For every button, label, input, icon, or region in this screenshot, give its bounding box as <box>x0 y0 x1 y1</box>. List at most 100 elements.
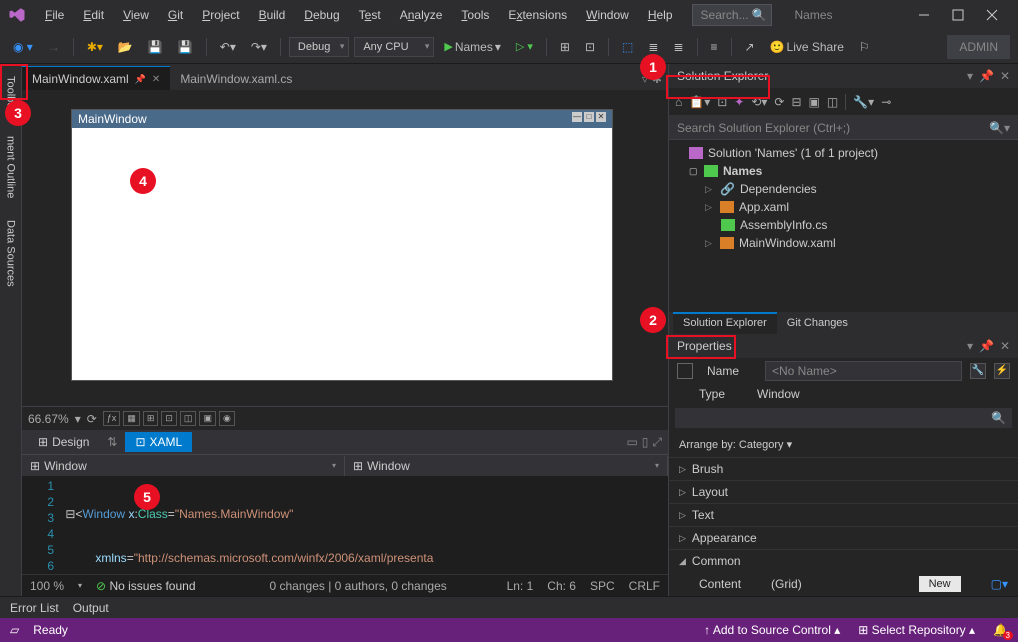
menu-file[interactable]: File <box>37 4 72 26</box>
zoom-level[interactable]: 66.67% <box>28 412 69 426</box>
spaces-indicator[interactable]: SPC <box>590 579 615 593</box>
redo-button[interactable]: ↷▾ <box>246 37 272 57</box>
error-list-tab[interactable]: Error List <box>10 601 59 615</box>
tb-icon-3[interactable]: ⬚ <box>617 37 638 57</box>
git-changes-tab[interactable]: Git Changes <box>777 312 858 334</box>
zoom-tool-6[interactable]: ▣ <box>199 411 216 426</box>
select-repository[interactable]: ⊞ Select Repository ▴ <box>858 623 975 637</box>
close-icon[interactable] <box>986 9 998 21</box>
cat-brush[interactable]: ▷Brush <box>669 457 1018 480</box>
output-tab[interactable]: Output <box>73 601 109 615</box>
menu-analyze[interactable]: Analyze <box>392 4 451 26</box>
zoom-tool-5[interactable]: ◫ <box>180 411 197 426</box>
menu-edit[interactable]: Edit <box>75 4 112 26</box>
tree-app-xaml[interactable]: ▷App.xaml <box>669 198 1018 216</box>
menu-project[interactable]: Project <box>194 4 247 26</box>
undo-button[interactable]: ↶▾ <box>215 37 241 57</box>
tab-mainwindow-cs[interactable]: MainWindow.xaml.cs <box>170 67 302 90</box>
menu-extensions[interactable]: Extensions <box>500 4 575 26</box>
menu-debug[interactable]: Debug <box>296 4 347 26</box>
config-dropdown[interactable]: Debug <box>289 37 349 57</box>
xaml-code-editor[interactable]: 123 456 ⊟<Window x:Class="Names.MainWind… <box>22 476 668 574</box>
save-button[interactable]: 💾 <box>143 37 168 57</box>
new-item-button[interactable]: ✱▾ <box>82 37 108 57</box>
menu-view[interactable]: View <box>115 4 157 26</box>
props-menu-icon[interactable]: ▾ <box>967 339 973 353</box>
col-indicator[interactable]: Ch: 6 <box>547 579 576 593</box>
open-button[interactable]: 📂 <box>113 37 138 57</box>
menu-test[interactable]: Test <box>351 4 389 26</box>
live-share-button[interactable]: 🙂 Live Share <box>765 37 849 57</box>
menu-help[interactable]: Help <box>640 4 681 26</box>
expand-icon[interactable]: ⤢ <box>652 435 662 450</box>
feedback-icon[interactable]: ⚐ <box>854 37 875 57</box>
swap-icon[interactable]: ⇅ <box>107 435 117 449</box>
data-sources-tab[interactable]: Data Sources <box>3 216 19 291</box>
zoom-tool-3[interactable]: ⊞ <box>143 411 159 426</box>
solution-search[interactable]: Search Solution Explorer (Ctrl+;) 🔍▾ <box>669 116 1018 140</box>
add-source-control[interactable]: ↑ Add to Source Control ▴ <box>704 623 840 637</box>
tb-icon-5[interactable]: ≣ <box>668 37 688 57</box>
cat-common[interactable]: ◢Common <box>669 549 1018 572</box>
tree-dependencies[interactable]: ▷🔗Dependencies <box>669 180 1018 198</box>
zoom-tool-2[interactable]: ▦ <box>123 411 140 426</box>
zoom-tool-7[interactable]: ◉ <box>219 411 235 426</box>
tree-assemblyinfo[interactable]: AssemblyInfo.cs <box>669 216 1018 234</box>
cat-text[interactable]: ▷Text <box>669 503 1018 526</box>
name-input[interactable]: <No Name> <box>765 361 962 381</box>
maximize-icon[interactable] <box>952 9 964 21</box>
se-ic-9[interactable]: ◫ <box>827 95 838 109</box>
breadcrumb-1[interactable]: ⊞ Window <box>22 456 345 476</box>
solution-explorer-tab[interactable]: Solution Explorer <box>673 312 777 334</box>
tree-project[interactable]: ▢Names <box>669 162 1018 180</box>
se-ic-11[interactable]: ⊸ <box>881 95 891 109</box>
cat-appearance[interactable]: ▷Appearance <box>669 526 1018 549</box>
minimize-icon[interactable] <box>918 9 930 21</box>
split-v-icon[interactable]: ▯ <box>642 435 649 450</box>
menu-git[interactable]: Git <box>160 4 191 26</box>
notifications-icon[interactable]: 🔔 <box>993 623 1008 637</box>
menu-window[interactable]: Window <box>578 4 637 26</box>
menu-build[interactable]: Build <box>251 4 294 26</box>
search-box[interactable]: Search...🔍 <box>692 4 772 26</box>
start-nodebug-button[interactable]: ▷ ▾ <box>511 37 538 56</box>
se-ic-8[interactable]: ▣ <box>809 95 820 109</box>
split-h-icon[interactable]: ▭ <box>626 435 637 450</box>
tb-icon-2[interactable]: ⊡ <box>580 37 600 57</box>
se-refresh-icon[interactable]: ⟳ <box>774 95 784 109</box>
se-wrench-icon[interactable]: 🔧▾ <box>853 95 874 109</box>
tree-solution[interactable]: Solution 'Names' (1 of 1 project) <box>669 144 1018 162</box>
panel-pin-icon[interactable]: 📌 <box>979 69 994 83</box>
save-all-button[interactable]: 💾 <box>173 37 198 57</box>
lineending-indicator[interactable]: CRLF <box>629 579 660 593</box>
se-collapse-icon[interactable]: ⊟ <box>791 95 801 109</box>
tb-icon-7[interactable]: ↗ <box>740 37 760 57</box>
design-canvas[interactable]: MainWindow —□✕ <box>72 110 612 380</box>
menu-tools[interactable]: Tools <box>453 4 497 26</box>
line-indicator[interactable]: Ln: 1 <box>507 579 534 593</box>
cat-layout[interactable]: ▷Layout <box>669 480 1018 503</box>
design-tab[interactable]: ⊞ Design <box>28 432 99 452</box>
panel-close-icon[interactable]: ✕ <box>1000 69 1010 83</box>
events-icon[interactable]: ⚡ <box>994 363 1010 379</box>
platform-dropdown[interactable]: Any CPU <box>354 37 434 57</box>
tb-icon-6[interactable]: ≡ <box>706 37 723 57</box>
tb-icon-1[interactable]: ⊞ <box>555 37 575 57</box>
nav-fwd-button[interactable]: → <box>43 37 65 57</box>
pin-icon[interactable]: 📌 <box>135 74 146 85</box>
tab-mainwindow-xaml[interactable]: MainWindow.xaml 📌 ✕ <box>22 66 170 90</box>
tree-mainwindow-xaml[interactable]: ▷MainWindow.xaml <box>669 234 1018 252</box>
panel-menu-icon[interactable]: ▾ <box>967 69 973 83</box>
breadcrumb-2[interactable]: ⊞ Window <box>345 456 668 476</box>
zoom-tool-4[interactable]: ⊡ <box>161 411 177 426</box>
editor-zoom[interactable]: 100 % <box>30 579 64 593</box>
changes-indicator[interactable]: 0 changes | 0 authors, 0 changes <box>270 579 447 593</box>
close-tab-icon[interactable]: ✕ <box>152 74 160 85</box>
props-close-icon[interactable]: ✕ <box>1000 339 1010 353</box>
props-pin-icon[interactable]: 📌 <box>979 339 994 353</box>
nav-back-button[interactable]: ◉ ▾ <box>8 37 38 57</box>
issues-indicator[interactable]: ⊘ No issues found <box>96 579 195 593</box>
reset-icon[interactable]: ▢▾ <box>991 577 1008 591</box>
arrange-by[interactable]: Arrange by: Category ▾ <box>669 432 1018 457</box>
refresh-icon[interactable]: ⟳ <box>87 412 97 426</box>
